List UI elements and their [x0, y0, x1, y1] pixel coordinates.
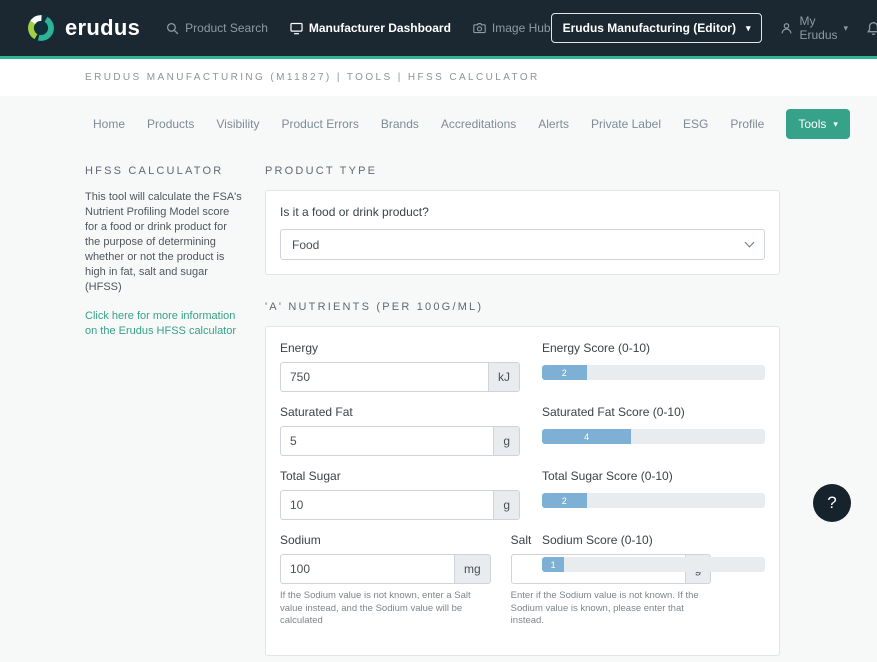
sidebar-description: This tool will calculate the FSA's Nutri… — [85, 190, 243, 295]
nav-image-hub[interactable]: Image Hub — [473, 21, 551, 35]
product-type-question: Is it a food or drink product? — [280, 205, 765, 219]
saturated-fat-input[interactable] — [280, 426, 493, 456]
energy-score-bar: 2 — [542, 365, 765, 380]
total-sugar-score: Total Sugar Score (0-10) 2 — [542, 469, 765, 520]
search-icon — [166, 22, 179, 35]
energy-score-value: 2 — [562, 368, 567, 378]
energy-score-label: Energy Score (0-10) — [542, 341, 765, 355]
erudus-logo[interactable]: erudus — [26, 13, 140, 43]
sodium-score: Sodium Score (0-10) 1 — [542, 533, 765, 628]
energy-label: Energy — [280, 341, 520, 355]
total-sugar-label: Total Sugar — [280, 469, 520, 483]
tab-home[interactable]: Home — [93, 117, 125, 131]
sodium-score-value: 1 — [551, 560, 556, 570]
floating-help-button[interactable]: ? — [813, 484, 851, 522]
tab-products[interactable]: Products — [147, 117, 194, 131]
tab-accreditations[interactable]: Accreditations — [441, 117, 516, 131]
tab-profile[interactable]: Profile — [730, 117, 764, 131]
nav-product-search-label: Product Search — [185, 21, 268, 35]
a-nutrients-card: Energy kJ Energy Score (0-10) 2 — [265, 326, 780, 656]
saturated-fat-field: Saturated Fat g — [280, 405, 520, 456]
sodium-score-bar: 1 — [542, 557, 765, 572]
primary-nav: Product Search Manufacturer Dashboard Im… — [166, 21, 550, 35]
chevron-down-icon: ▾ — [833, 120, 838, 129]
sodium-salt-row: Sodium mg If the Sodium value is not kno… — [280, 533, 765, 628]
sidebar-title: HFSS CALCULATOR — [85, 165, 243, 177]
tab-private-label[interactable]: Private Label — [591, 117, 661, 131]
total-sugar-score-label: Total Sugar Score (0-10) — [542, 469, 765, 483]
product-type-select[interactable]: Food — [280, 229, 765, 260]
notifications-bell[interactable] — [866, 21, 877, 36]
energy-row: Energy kJ Energy Score (0-10) 2 — [280, 341, 765, 392]
saturated-fat-score-bar: 4 — [542, 429, 765, 444]
a-nutrients-heading: 'A' NUTRIENTS (PER 100G/ML) — [265, 301, 780, 313]
sodium-input[interactable] — [280, 554, 454, 584]
org-selector-dropdown[interactable]: Erudus Manufacturing (Editor) ▾ — [551, 13, 763, 43]
saturated-fat-score-value: 4 — [584, 432, 589, 442]
erudus-logo-icon — [26, 13, 56, 43]
tab-alerts[interactable]: Alerts — [538, 117, 569, 131]
nav-product-search[interactable]: Product Search — [166, 21, 268, 35]
saturated-fat-row: Saturated Fat g Saturated Fat Score (0-1… — [280, 405, 765, 456]
top-navbar: erudus Product Search Manufacturer Dashb… — [0, 0, 877, 59]
product-type-card: Is it a food or drink product? Food — [265, 190, 780, 275]
breadcrumb: ERUDUS MANUFACTURING (M11827) | TOOLS | … — [0, 59, 877, 96]
total-sugar-score-bar: 2 — [542, 493, 765, 508]
total-sugar-row: Total Sugar g Total Sugar Score (0-10) 2 — [280, 469, 765, 520]
org-selector-label: Erudus Manufacturing (Editor) — [563, 21, 736, 35]
tab-visibility[interactable]: Visibility — [216, 117, 259, 131]
hfss-main: PRODUCT TYPE Is it a food or drink produ… — [265, 159, 780, 662]
saturated-fat-label: Saturated Fat — [280, 405, 520, 419]
sodium-score-label: Sodium Score (0-10) — [542, 533, 765, 547]
total-sugar-score-value: 2 — [562, 496, 567, 506]
my-erudus-label: My Erudus — [799, 14, 837, 42]
hfss-sidebar: HFSS CALCULATOR This tool will calculate… — [85, 159, 243, 662]
tab-tools-dropdown[interactable]: Tools ▾ — [786, 109, 850, 139]
product-type-heading: PRODUCT TYPE — [265, 165, 780, 177]
dashboard-icon — [290, 22, 303, 35]
navbar-right: Erudus Manufacturing (Editor) ▾ My Erudu… — [551, 13, 877, 43]
nav-image-hub-label: Image Hub — [492, 21, 551, 35]
sodium-unit: mg — [454, 554, 491, 584]
energy-field: Energy kJ — [280, 341, 520, 392]
sodium-helper-text: If the Sodium value is not known, enter … — [280, 590, 491, 628]
nav-manufacturer-dashboard-label: Manufacturer Dashboard — [309, 21, 451, 35]
energy-input[interactable] — [280, 362, 488, 392]
user-icon — [780, 22, 793, 35]
sodium-label: Sodium — [280, 533, 491, 547]
saturated-fat-score: Saturated Fat Score (0-10) 4 — [542, 405, 765, 456]
hfss-info-link[interactable]: Click here for more information on the E… — [85, 309, 243, 339]
total-sugar-field: Total Sugar g — [280, 469, 520, 520]
sodium-salt-fields: Sodium mg If the Sodium value is not kno… — [280, 533, 520, 628]
chevron-down-icon — [745, 238, 755, 248]
floating-help-question-mark: ? — [827, 493, 836, 513]
tab-brands[interactable]: Brands — [381, 117, 419, 131]
saturated-fat-unit: g — [493, 426, 520, 456]
product-type-selected-value: Food — [292, 238, 319, 252]
saturated-fat-score-label: Saturated Fat Score (0-10) — [542, 405, 765, 419]
bell-icon — [866, 21, 877, 36]
brand-wordmark: erudus — [65, 15, 140, 41]
total-sugar-unit: g — [493, 490, 520, 520]
tools-label: Tools — [798, 117, 826, 131]
dashboard-tabs: Home Products Visibility Product Errors … — [0, 96, 877, 149]
energy-unit: kJ — [488, 362, 520, 392]
chevron-down-icon: ▾ — [843, 24, 848, 33]
my-erudus-menu[interactable]: My Erudus ▾ — [780, 14, 848, 42]
total-sugar-input[interactable] — [280, 490, 493, 520]
main-layout: HFSS CALCULATOR This tool will calculate… — [0, 149, 877, 662]
nav-manufacturer-dashboard[interactable]: Manufacturer Dashboard — [290, 21, 451, 35]
energy-score: Energy Score (0-10) 2 — [542, 341, 765, 392]
tab-esg[interactable]: ESG — [683, 117, 708, 131]
sodium-field: Sodium mg If the Sodium value is not kno… — [280, 533, 491, 628]
chevron-down-icon: ▾ — [746, 24, 751, 33]
tab-product-errors[interactable]: Product Errors — [282, 117, 359, 131]
camera-icon — [473, 22, 486, 35]
